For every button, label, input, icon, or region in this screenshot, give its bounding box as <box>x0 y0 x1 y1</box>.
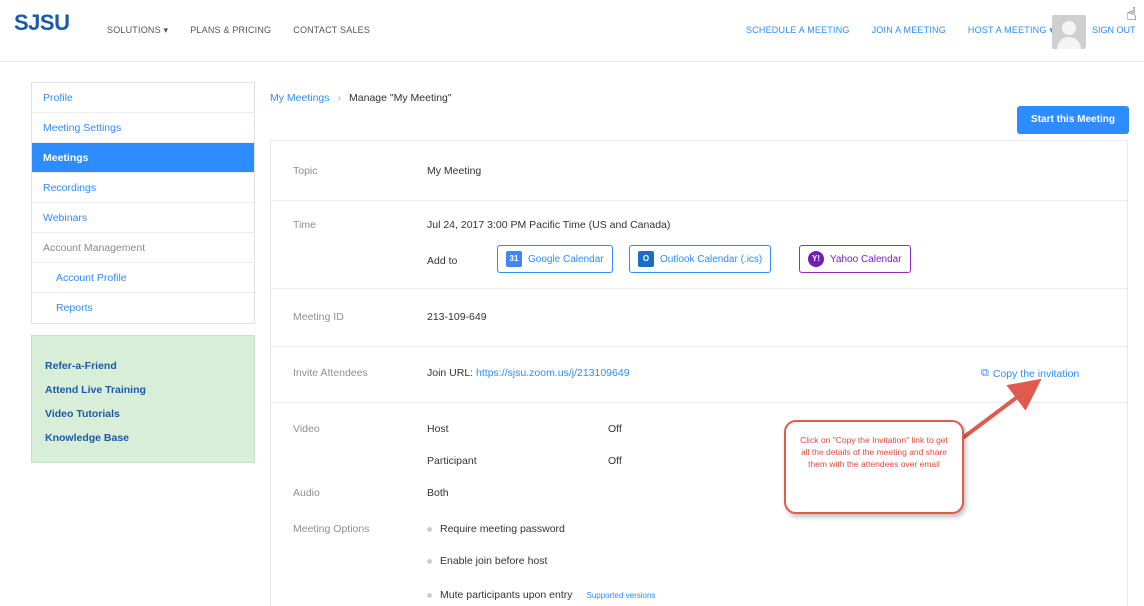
breadcrumb-current: Manage "My Meeting" <box>349 92 452 104</box>
breadcrumb: My Meetings › Manage "My Meeting" <box>270 92 452 104</box>
option-bullet-icon <box>427 592 432 598</box>
copy-icon: ⧉ <box>981 367 989 379</box>
time-label: Time <box>293 219 316 231</box>
sidebar-item-reports[interactable]: Reports <box>32 293 254 323</box>
sign-out-link[interactable]: SIGN OUT <box>1092 25 1136 35</box>
video-host-value: Off <box>608 423 622 435</box>
callout-note: Click on "Copy the Invitation" link to g… <box>784 420 964 514</box>
top-navigation: SJSU SOLUTIONS ▾ PLANS & PRICING CONTACT… <box>0 0 1144 62</box>
nav-plans-pricing[interactable]: PLANS & PRICING <box>190 25 271 36</box>
sidebar-item-recordings[interactable]: Recordings <box>32 173 254 203</box>
nav-solutions[interactable]: SOLUTIONS ▾ <box>107 25 168 36</box>
meeting-details-panel: Topic My Meeting Time Jul 24, 2017 3:00 … <box>270 140 1128 606</box>
promo-video-tutorials[interactable]: Video Tutorials <box>45 402 254 426</box>
nav-contact-sales[interactable]: CONTACT SALES <box>293 25 370 36</box>
yahoo-calendar-label: Yahoo Calendar <box>830 253 902 265</box>
promo-box: Refer-a-Friend Attend Live Training Vide… <box>31 335 255 463</box>
google-calendar-icon: 31 <box>506 251 522 267</box>
google-calendar-label: Google Calendar <box>528 253 604 265</box>
add-to-label: Add to <box>427 255 458 267</box>
copy-invitation-link[interactable]: ⧉ Copy the invitation <box>981 367 1079 380</box>
avatar[interactable] <box>1052 15 1086 49</box>
promo-refer-friend[interactable]: Refer-a-Friend <box>45 354 254 378</box>
join-url-prefix: Join URL: <box>427 367 474 379</box>
hand-cursor-icon: ☝ <box>1126 4 1137 24</box>
nav-left-links: SOLUTIONS ▾ PLANS & PRICING CONTACT SALE… <box>107 25 370 36</box>
copy-invitation-label: Copy the invitation <box>992 367 1080 380</box>
option-join-before-host-label: Enable join before host <box>440 555 548 567</box>
google-calendar-button[interactable]: 31 Google Calendar <box>497 245 613 273</box>
sidebar-item-webinars[interactable]: Webinars <box>32 203 254 233</box>
topic-value: My Meeting <box>427 165 482 177</box>
video-host-label: Host <box>427 423 449 435</box>
sidebar: Profile Meeting Settings Meetings Record… <box>31 82 255 324</box>
video-participant-label: Participant <box>427 455 477 467</box>
sidebar-item-account-management: Account Management <box>32 233 254 263</box>
outlook-calendar-icon: O <box>638 251 654 267</box>
breadcrumb-separator: › <box>337 92 342 104</box>
nav-schedule-meeting[interactable]: SCHEDULE A MEETING <box>746 25 850 36</box>
meeting-id-label: Meeting ID <box>293 311 344 323</box>
option-require-password-label: Require meeting password <box>440 523 565 535</box>
video-label: Video <box>293 423 320 435</box>
meeting-id-value: 213-109-649 <box>427 311 487 323</box>
time-value: Jul 24, 2017 3:00 PM Pacific Time (US an… <box>427 219 671 231</box>
promo-live-training[interactable]: Attend Live Training <box>45 378 254 402</box>
sidebar-item-account-profile[interactable]: Account Profile <box>32 263 254 293</box>
nav-right-links: SCHEDULE A MEETING JOIN A MEETING HOST A… <box>746 25 1054 36</box>
breadcrumb-my-meetings[interactable]: My Meetings <box>270 92 330 104</box>
sidebar-item-meeting-settings[interactable]: Meeting Settings <box>32 113 254 143</box>
sidebar-item-meetings[interactable]: Meetings <box>32 143 254 173</box>
option-bullet-icon <box>427 558 432 564</box>
yahoo-calendar-icon: Y! <box>808 251 824 267</box>
audio-label: Audio <box>293 487 320 499</box>
join-url-link[interactable]: https://sjsu.zoom.us/j/213109649 <box>476 367 630 379</box>
option-join-before-host: Enable join before host <box>427 555 547 567</box>
option-mute-participants-label: Mute participants upon entry <box>440 589 573 601</box>
nav-host-meeting[interactable]: HOST A MEETING ▾ <box>968 25 1054 36</box>
promo-knowledge-base[interactable]: Knowledge Base <box>45 426 254 450</box>
logo[interactable]: SJSU <box>14 10 70 36</box>
option-require-password: Require meeting password <box>427 523 565 535</box>
start-meeting-button[interactable]: Start this Meeting <box>1017 106 1129 134</box>
join-url-line: Join URL: https://sjsu.zoom.us/j/2131096… <box>427 367 630 379</box>
topic-label: Topic <box>293 165 318 177</box>
option-mute-participants: Mute participants upon entry Supported v… <box>427 589 655 601</box>
invite-label: Invite Attendees <box>293 367 368 379</box>
supported-versions-link[interactable]: Supported versions <box>587 591 656 600</box>
nav-join-meeting[interactable]: JOIN A MEETING <box>872 25 946 36</box>
outlook-calendar-label: Outlook Calendar (.ics) <box>660 253 763 265</box>
outlook-calendar-button[interactable]: O Outlook Calendar (.ics) <box>629 245 772 273</box>
audio-value: Both <box>427 487 449 499</box>
option-bullet-icon <box>427 526 432 532</box>
yahoo-calendar-button[interactable]: Y! Yahoo Calendar <box>799 245 911 273</box>
video-participant-value: Off <box>608 455 622 467</box>
meeting-options-label: Meeting Options <box>293 523 370 535</box>
sidebar-item-profile[interactable]: Profile <box>32 83 254 113</box>
meeting-id-row: Meeting ID 213-109-649 <box>271 289 1127 347</box>
topic-row: Topic My Meeting <box>271 141 1127 201</box>
